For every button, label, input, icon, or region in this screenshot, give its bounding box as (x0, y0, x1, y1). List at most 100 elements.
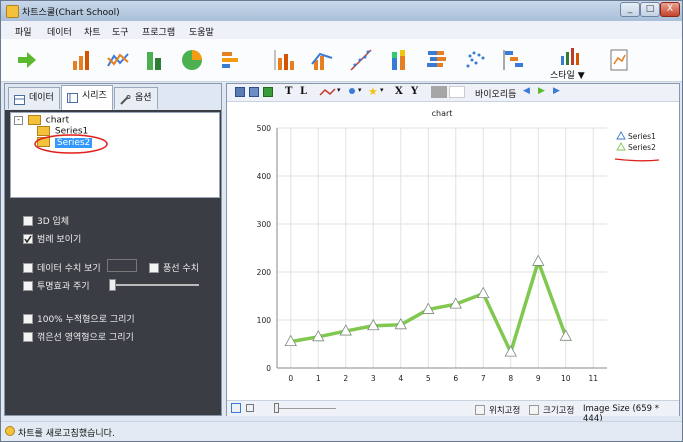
app-window: 차트스쿨(Chart School) _ □ X 파일 데이터 차트 도구 프로… (0, 0, 683, 442)
app-icon (6, 5, 19, 18)
zoom-fit-icon[interactable] (231, 403, 241, 413)
left-panel: 데이터 시리즈 옵션 - chart Series1 Series2 3D 입체… (4, 83, 222, 416)
checkbox-transparency[interactable] (23, 280, 33, 291)
tab-series[interactable]: 시리즈 (61, 85, 113, 110)
horizontal-bar-button[interactable] (215, 44, 247, 76)
x-tick-label: 7 (481, 374, 486, 383)
line-chart-button[interactable] (102, 44, 134, 76)
title-text-button[interactable]: T (285, 86, 292, 97)
tab-options[interactable]: 옵션 (114, 87, 158, 109)
y-axis-button[interactable]: Y (411, 86, 418, 97)
checkbox-data-values[interactable] (23, 262, 33, 273)
size-lock-option[interactable]: 크기고정 (529, 404, 574, 416)
checkbox-area[interactable] (23, 331, 33, 342)
save-icon[interactable] (235, 87, 245, 97)
x-tick-label: 10 (561, 374, 571, 383)
x-tick-label: 9 (536, 374, 541, 383)
pyramid-chart-button[interactable] (421, 44, 453, 76)
option-data-values[interactable]: 데이터 수치 보기 (23, 261, 101, 274)
tab-data[interactable]: 데이터 (8, 87, 60, 109)
zoom-actual-icon[interactable] (246, 404, 254, 412)
option-stacked100[interactable]: 100% 누적형으로 그리기 (23, 312, 135, 325)
option-legend[interactable]: 범례 보이기 (23, 232, 81, 245)
maximize-button[interactable]: □ (640, 2, 660, 17)
style-chart-icon (561, 48, 579, 65)
next-arrow-button[interactable] (11, 44, 43, 76)
menu-data[interactable]: 데이터 (47, 25, 72, 38)
transparency-slider-track[interactable] (109, 284, 199, 286)
grid-bar-button[interactable] (269, 44, 301, 76)
menu-program[interactable]: 프로그램 (142, 25, 175, 38)
pie-chart-button[interactable] (176, 44, 208, 76)
option-area[interactable]: 꺾은선 영역형으로 그리기 (23, 330, 134, 343)
marker-icon[interactable] (349, 88, 355, 94)
zoom-slider-thumb[interactable] (274, 403, 279, 413)
checkbox-3d[interactable] (23, 215, 33, 226)
gantt-chart-icon (503, 50, 523, 70)
gantt-chart-button[interactable] (498, 44, 530, 76)
menu-file[interactable]: 파일 (15, 25, 32, 38)
position-lock-option[interactable]: 위치고정 (475, 404, 520, 416)
export-document-button[interactable] (603, 44, 635, 76)
data-values-input[interactable] (107, 259, 137, 272)
transparency-slider-thumb[interactable] (109, 279, 116, 291)
bar-chart-button[interactable] (65, 44, 97, 76)
menu-help[interactable]: 도움말 (189, 25, 214, 38)
x-tick-label: 5 (426, 374, 431, 383)
checkmark-icon (24, 235, 32, 243)
star-icon[interactable]: ★ (368, 85, 378, 98)
option-3d[interactable]: 3D 입체 (23, 214, 69, 227)
status-bar: 차트를 새로고침했습니다. (1, 421, 682, 441)
checkbox-balloon[interactable] (149, 262, 159, 273)
dropdown-arrow-icon[interactable]: ▾ (358, 86, 362, 94)
x-tick-label: 1 (316, 374, 321, 383)
y-tick-label: 0 (266, 364, 271, 373)
chart-bottom-bar: 위치고정 크기고정 Image Size (659 * 444) (227, 400, 679, 424)
option-transparency-label: 투명효과 주기 (37, 282, 90, 292)
dropdown-arrow-icon[interactable]: ▾ (380, 86, 384, 94)
save-as-icon[interactable] (249, 87, 259, 97)
next-arrow-icon[interactable]: ▶ (553, 86, 560, 96)
close-button[interactable]: X (660, 2, 680, 17)
prev-arrow-icon[interactable]: ◀ (523, 86, 530, 96)
label-text-button[interactable]: L (300, 86, 307, 97)
option-balloon[interactable]: 풍선 수치 (149, 261, 199, 274)
stacked-bar-button[interactable] (139, 44, 171, 76)
stacked-column-button[interactable] (383, 44, 415, 76)
tab-series-label: 시리즈 (82, 91, 107, 101)
menu-chart[interactable]: 차트 (84, 25, 101, 38)
style-button[interactable] (550, 42, 586, 68)
pyramid-chart-icon (427, 51, 446, 67)
horizontal-bar-icon (222, 52, 238, 68)
checkbox-legend[interactable] (23, 233, 33, 244)
scatter-trend-icon (350, 49, 372, 71)
x-axis-button[interactable]: X (395, 86, 403, 97)
y-tick-label: 300 (257, 220, 272, 229)
grid-bar-icon (274, 50, 294, 70)
line-style-icon[interactable] (319, 87, 337, 100)
table-icon (14, 93, 25, 105)
white-color-swatch[interactable] (449, 86, 465, 98)
menu-tools[interactable]: 도구 (112, 25, 129, 38)
checkbox-stacked100[interactable] (23, 313, 33, 324)
style-label[interactable]: 스타일 ▼ (550, 68, 585, 81)
checkbox-size-lock[interactable] (529, 404, 539, 415)
title-bar: 차트스쿨(Chart School) _ □ X (1, 1, 682, 21)
tree-root-row[interactable]: - chart (14, 115, 69, 126)
zoom-slider-track[interactable] (274, 408, 336, 409)
combo-chart-button[interactable] (306, 44, 338, 76)
scatter-chart-button[interactable] (459, 44, 491, 76)
arrow-right-icon (18, 52, 36, 68)
line-chart: chart 0 100 200 300 400 500 0 1 2 3 4 5 6 7 8 9 10 11 Serie… (257, 109, 660, 383)
excel-icon[interactable] (263, 87, 273, 97)
dropdown-arrow-icon[interactable]: ▾ (337, 86, 341, 94)
play-icon[interactable]: ▶ (538, 86, 545, 96)
gray-color-swatch[interactable] (431, 86, 447, 98)
checkbox-position-lock[interactable] (475, 404, 485, 415)
option-transparency[interactable]: 투명효과 주기 (23, 279, 90, 292)
minimize-button[interactable]: _ (620, 2, 640, 17)
option-3d-label: 3D 입체 (37, 217, 70, 227)
collapse-icon[interactable]: - (14, 115, 23, 125)
scatter-trend-button[interactable] (345, 44, 377, 76)
biorhythm-button[interactable]: 바이오리듬 (475, 87, 516, 100)
